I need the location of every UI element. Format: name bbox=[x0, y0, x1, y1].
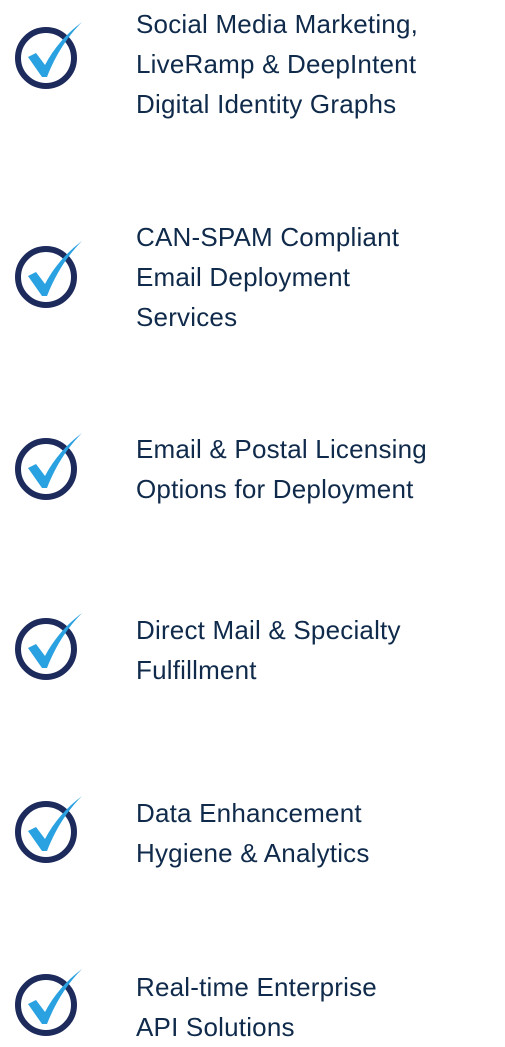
feature-label: Data Enhancement Hygiene & Analytics bbox=[136, 798, 370, 868]
checkmark-circle-icon bbox=[12, 431, 84, 501]
checkmark-circle-icon bbox=[12, 794, 84, 864]
checkmark-circle-icon bbox=[12, 239, 84, 309]
checkmark-circle-icon bbox=[12, 967, 84, 1037]
checkmark-circle-icon bbox=[12, 611, 84, 681]
feature-label: Email & Postal Licensing Options for Dep… bbox=[136, 434, 427, 504]
feature-label: Real-time Enterprise API Solutions bbox=[136, 972, 377, 1042]
feature-label: Direct Mail & Specialty Fulfillment bbox=[136, 615, 401, 685]
feature-list: Social Media Marketing, LiveRamp & DeepI… bbox=[0, 0, 505, 1042]
feature-label: CAN-SPAM Compliant Email Deployment Serv… bbox=[136, 222, 400, 332]
feature-label: Social Media Marketing, LiveRamp & DeepI… bbox=[136, 9, 419, 119]
checkmark-circle-icon bbox=[12, 20, 84, 90]
